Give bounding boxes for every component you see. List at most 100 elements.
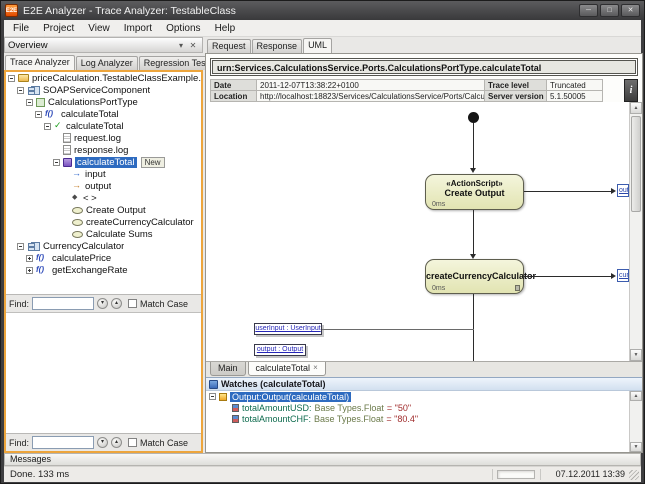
find-input-2[interactable]	[32, 436, 94, 449]
tree-item-calculatetotal-activity[interactable]: calculateTotalNew	[6, 156, 201, 168]
scroll-up-icon[interactable]: ▲	[630, 102, 642, 114]
menu-options[interactable]: Options	[159, 22, 207, 35]
tree-item-output[interactable]: output	[6, 180, 201, 192]
menu-project[interactable]: Project	[36, 22, 81, 35]
tree-item-label: createCurrencyCalculator	[86, 217, 194, 228]
tab-calculatetotal[interactable]: calculateTotal×	[248, 362, 326, 376]
chevron-down-icon[interactable]: ▾	[175, 41, 187, 50]
watch-row[interactable]: totalAmountCHF: Base Types.Float = "80.4…	[206, 413, 629, 424]
app-logo-icon: E2E	[5, 4, 18, 17]
watch-row[interactable]: totalAmountUSD: Base Types.Float = "50"	[206, 402, 629, 413]
expander-icon[interactable]	[17, 243, 24, 250]
tree-item-condition[interactable]: < >	[6, 192, 201, 204]
tree-item-label: request.log	[74, 133, 121, 144]
tree-item-input[interactable]: input	[6, 168, 201, 180]
control-flow-line	[473, 294, 474, 361]
object-flow-line	[320, 329, 474, 330]
tree-item-label: response.log	[74, 145, 128, 156]
trace-info-table: Date 2011-12-07T13:38:22+0100 Trace leve…	[210, 79, 603, 102]
find-input[interactable]	[32, 297, 94, 310]
info-button[interactable]: i	[624, 79, 638, 102]
find-next-button[interactable]: ▾	[97, 298, 108, 309]
action-createcurrencycalculator[interactable]: createCurrencyCalculator 0ms	[425, 259, 524, 294]
tree-item-getexchangerate[interactable]: getExchangeRate	[6, 264, 201, 276]
tree-item-calculatetotal-trace[interactable]: calculateTotal	[6, 120, 201, 132]
menu-help[interactable]: Help	[208, 22, 243, 35]
tree-item-calculationsporttype[interactable]: CalculationsPortType	[6, 96, 201, 108]
match-case-checkbox[interactable]	[128, 299, 137, 308]
menu-import[interactable]: Import	[117, 22, 159, 35]
expander-icon[interactable]	[44, 123, 51, 130]
tree-item-label: Calculate Sums	[86, 229, 153, 240]
expander-icon[interactable]	[209, 393, 216, 400]
menu-view[interactable]: View	[81, 22, 117, 35]
maximize-button[interactable]: □	[600, 4, 619, 17]
expander-icon[interactable]	[26, 99, 33, 106]
tab-request[interactable]: Request	[207, 39, 251, 53]
tree-item-calculateprice[interactable]: calculatePrice	[6, 252, 201, 264]
tree-item-project[interactable]: priceCalculation.TestableClassExample.Te…	[6, 72, 201, 84]
object-node-userinput[interactable]: userInput : UserInput	[254, 323, 322, 335]
expander-spacer	[62, 207, 69, 214]
tab-label: calculateTotal	[256, 363, 311, 373]
scroll-down-icon[interactable]: ▼	[630, 442, 642, 452]
tree-item-label: Create Output	[86, 205, 146, 216]
tab-trace-analyzer[interactable]: Trace Analyzer	[5, 55, 75, 70]
trace-level-value: Truncated	[547, 80, 603, 91]
action-create-output[interactable]: «ActionScript» Create Output 0ms	[425, 174, 524, 210]
object-flow-line	[524, 191, 612, 192]
find-prev-button[interactable]: ▴	[111, 437, 122, 448]
tree-item-soapservicecomponent[interactable]: SOAPServiceComponent	[6, 84, 201, 96]
tree-item-create-output[interactable]: Create Output	[6, 204, 201, 216]
expander-icon[interactable]	[53, 159, 60, 166]
close-button[interactable]: ✕	[621, 4, 640, 17]
watches-scrollbar[interactable]: ▲ ▼	[629, 391, 642, 452]
tab-log-analyzer[interactable]: Log Analyzer	[76, 56, 138, 70]
expander-icon[interactable]	[35, 111, 42, 118]
check-icon	[54, 122, 63, 131]
output-pin-icon	[72, 182, 82, 191]
tree-item-calculatetotal-operation[interactable]: calculateTotal	[6, 108, 201, 120]
scroll-down-icon[interactable]: ▼	[630, 349, 642, 361]
expander-icon[interactable]	[26, 267, 33, 274]
match-case-checkbox[interactable]	[128, 438, 137, 447]
scroll-up-icon[interactable]: ▲	[630, 391, 642, 401]
uml-view: urn:Services.CalculationsService.Ports.C…	[205, 53, 643, 453]
menu-file[interactable]: File	[6, 22, 36, 35]
messages-panel[interactable]: Messages	[4, 453, 641, 466]
tree-item-currencycalculator[interactable]: CurrencyCalculator	[6, 240, 201, 252]
panel-close-icon[interactable]: ✕	[187, 41, 199, 50]
operation-urn: urn:Services.CalculationsService.Ports.C…	[212, 60, 636, 74]
tab-response[interactable]: Response	[252, 39, 303, 53]
watch-root-row[interactable]: Output:Output(calculateTotal)	[206, 391, 629, 402]
uml-diagram: «ActionScript» Create Output 0ms createC…	[206, 102, 629, 361]
tab-uml[interactable]: UML	[303, 38, 332, 53]
object-node-clipped[interactable]: out	[617, 184, 629, 197]
tree-item-request-log[interactable]: request.log	[6, 132, 201, 144]
tree-item-calculate-sums[interactable]: Calculate Sums	[6, 228, 201, 240]
diagram-scrollbar[interactable]: ▲ ▼	[629, 102, 642, 361]
input-pin-icon	[72, 170, 82, 179]
status-text: Done. 133 ms	[10, 469, 69, 480]
minimize-button[interactable]: ─	[579, 4, 598, 17]
match-case-label: Match Case	[140, 438, 188, 448]
object-node-output[interactable]: output : Output	[254, 344, 306, 356]
expander-spacer	[62, 231, 69, 238]
expander-icon[interactable]	[17, 87, 24, 94]
initial-node[interactable]	[468, 112, 479, 123]
find-next-button[interactable]: ▾	[97, 437, 108, 448]
expander-icon[interactable]	[26, 255, 33, 262]
action-name: Create Output	[426, 188, 523, 198]
tree-item-label: output	[85, 181, 111, 192]
expander-icon[interactable]	[8, 75, 15, 82]
match-case-label: Match Case	[140, 299, 188, 309]
close-tab-icon[interactable]: ×	[313, 364, 318, 372]
tree-item-response-log[interactable]: response.log	[6, 144, 201, 156]
resize-grip[interactable]	[629, 470, 639, 480]
tab-main[interactable]: Main	[210, 362, 246, 376]
scrollbar-thumb[interactable]	[631, 116, 641, 212]
find-prev-button[interactable]: ▴	[111, 298, 122, 309]
server-version-label: Server version	[485, 91, 547, 102]
tree-item-createcurrencycalculator[interactable]: createCurrencyCalculator	[6, 216, 201, 228]
object-node-clipped[interactable]: cur	[617, 269, 629, 282]
